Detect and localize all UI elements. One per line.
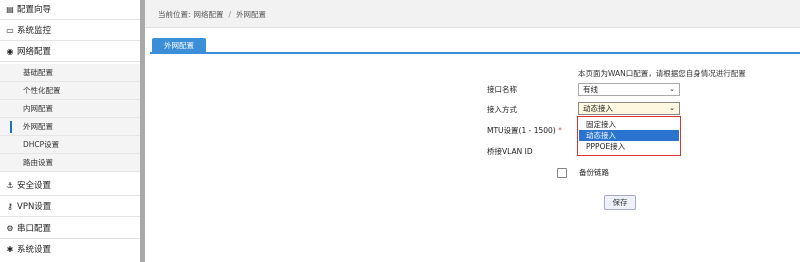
required-mark: * [558,126,562,135]
interface-name-value: 有线 [583,85,598,94]
mtu-label: MTU设置(1 - 1500) * [487,125,562,136]
breadcrumb-separator: / [228,10,232,19]
sidebar-subitem-dhcp[interactable]: DHCP设置 [0,136,140,154]
menu-item-label: VPN设置 [17,202,52,212]
tab-wan-config[interactable]: 外网配置 [152,38,206,53]
menu-item-security[interactable]: ⚓ 安全设置 [0,176,140,196]
breadcrumb-bar: 当前位置: 网络配置 / 外网配置 [145,0,800,28]
active-indicator [10,121,12,133]
list-icon: ▤ [6,5,14,14]
subitem-label: 个性化配置 [23,86,61,95]
sidebar-divider[interactable] [140,0,145,262]
menu-item-label: 配置向导 [17,5,52,15]
option-static[interactable]: 固定接入 [579,119,679,130]
menu-item-label: 网络配置 [17,47,52,57]
backup-link-checkbox[interactable] [557,168,567,178]
interface-name-select[interactable]: 有线 ⌄ [578,83,680,96]
access-mode-value: 动态接入 [583,104,613,113]
interface-name-label: 接口名称 [487,85,517,94]
breadcrumb-section[interactable]: 网络配置 [194,10,224,19]
menu-item-system-settings[interactable]: ✱ 系统设置 [0,240,140,260]
access-mode-dropdown: 固定接入 动态接入 PPPOE接入 [577,116,681,156]
gears-icon: ⚙ [6,224,14,233]
sidebar: ▤ 配置向导 ▭ 系统监控 ◉ 网络配置 基础配置 个性化配置 内网配置 外网配… [0,0,140,262]
chevron-down-icon: ⌄ [669,104,675,112]
sidebar-subitem-personalize[interactable]: 个性化配置 [0,82,140,100]
menu-item-label: 系统监控 [17,26,52,36]
anchor-icon: ⚓ [6,181,14,190]
page-note: 本页面为WAN口配置，请根据您自身情况进行配置 [578,69,746,78]
access-mode-select[interactable]: 动态接入 ⌄ [578,102,680,115]
monitor-icon: ▭ [6,26,14,35]
option-dynamic[interactable]: 动态接入 [579,130,679,141]
access-mode-label: 接入方式 [487,105,517,114]
menu-item-serial[interactable]: ⚙ 串口配置 [0,219,140,239]
sidebar-subitem-lan[interactable]: 内网配置 [0,100,140,118]
subitem-label: 内网配置 [23,104,53,113]
sidebar-subitem-wan[interactable]: 外网配置 [0,118,140,136]
tab-underline [150,52,800,54]
menu-item-setup-wizard[interactable]: ▤ 配置向导 [0,0,140,20]
menu-item-vpn[interactable]: ⚷ VPN设置 [0,197,140,217]
menu-item-label: 安全设置 [17,181,52,191]
subitem-label: DHCP设置 [23,140,60,149]
sidebar-subitem-basic[interactable]: 基础配置 [0,64,140,82]
mtu-label-text: MTU设置(1 - 1500) [487,126,556,135]
menu-item-network-config[interactable]: ◉ 网络配置 [0,42,140,62]
menu-item-label: 串口配置 [17,224,52,234]
vlan-label: 桥接VLAN ID [487,147,533,156]
breadcrumb-prefix: 当前位置: [158,10,191,19]
globe-icon: ◉ [6,47,14,56]
save-button[interactable]: 保存 [604,195,636,210]
option-pppoe[interactable]: PPPOE接入 [579,141,679,152]
menu-item-system-monitor[interactable]: ▭ 系统监控 [0,21,140,41]
sidebar-subitem-routing[interactable]: 路由设置 [0,154,140,172]
chevron-down-icon: ⌄ [669,85,675,93]
menu-item-label: 系统设置 [17,245,52,255]
breadcrumb: 当前位置: 网络配置 / 外网配置 [158,9,266,20]
subitem-label: 路由设置 [23,158,53,167]
key-icon: ⚷ [7,202,13,211]
subitem-label: 外网配置 [23,122,53,131]
gear-icon: ✱ [6,245,14,254]
breadcrumb-page: 外网配置 [236,10,267,19]
backup-link-label: 备份链路 [579,168,609,177]
subitem-label: 基础配置 [23,68,53,77]
